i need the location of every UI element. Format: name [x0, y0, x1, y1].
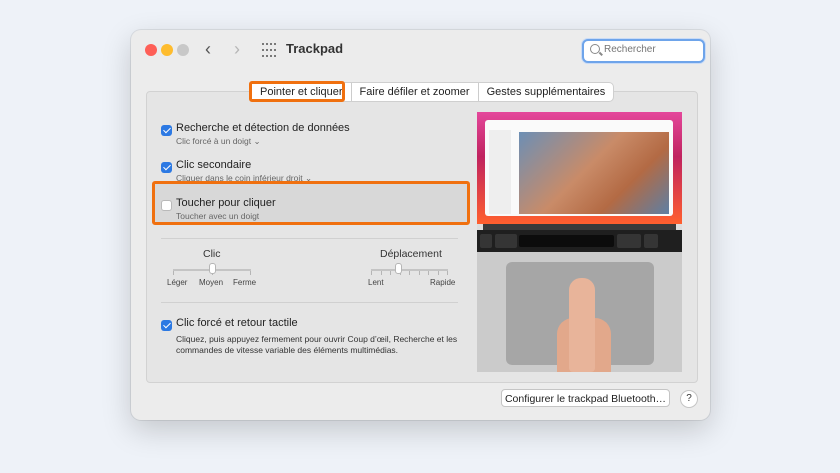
divider-top [161, 238, 458, 239]
tab-more-gestures[interactable]: Gestes supplémentaires [477, 83, 614, 101]
search-field[interactable] [582, 39, 705, 63]
lookup-checkbox[interactable] [161, 125, 172, 136]
search-icon [590, 44, 600, 54]
tab-scroll-zoom[interactable]: Faire défiler et zoomer [350, 83, 478, 101]
minimize-button[interactable] [161, 44, 173, 56]
tracking-slider-thumb[interactable] [395, 263, 402, 274]
tracking-tick-5 [409, 271, 410, 275]
tap-to-click-label: Toucher pour cliquer [176, 197, 276, 209]
trackpad-window: ‹ › Trackpad Pointer et cliquer Faire dé… [131, 30, 710, 420]
click-min-label: Léger [167, 278, 188, 287]
title-bar: ‹ › Trackpad [131, 30, 710, 68]
configure-bluetooth-trackpad-button[interactable]: Configurer le trackpad Bluetooth… [501, 389, 670, 407]
preview-key-cmd-right [617, 234, 641, 248]
tab-highlight-box [249, 81, 345, 102]
back-arrow-icon[interactable]: ‹ [205, 39, 211, 59]
forward-arrow-icon[interactable]: › [234, 39, 240, 59]
preview-keyboard [477, 230, 682, 252]
click-tick-3 [250, 271, 251, 275]
tracking-tick-9 [447, 271, 448, 275]
force-click-checkbox[interactable] [161, 320, 172, 331]
force-click-description: Cliquez, puis appuyez fermement pour ouv… [176, 334, 458, 355]
show-all-grid-icon[interactable] [261, 42, 279, 60]
click-slider-thumb[interactable] [209, 263, 216, 274]
click-mid-label: Moyen [199, 278, 224, 287]
preview-key-cmd-left [495, 234, 517, 248]
lookup-dropdown[interactable]: Clic forcé à un doigt ⌄ [176, 136, 261, 147]
gesture-preview-image [477, 112, 682, 372]
search-input[interactable] [604, 44, 698, 55]
tracking-tick-1 [371, 271, 372, 275]
tracking-tick-2 [381, 271, 382, 275]
help-button[interactable]: ? [680, 390, 698, 408]
tracking-tick-7 [428, 271, 429, 275]
divider-bottom [161, 302, 458, 303]
preview-sidebar [489, 130, 511, 214]
preview-key-option-left [480, 234, 492, 248]
tracking-min-label: Lent [368, 278, 384, 287]
preview-app-window [485, 120, 673, 216]
click-max-label: Ferme [233, 278, 257, 287]
zoom-button[interactable] [177, 44, 189, 56]
tracking-slider-title: Déplacement [380, 248, 442, 260]
secondary-click-checkbox[interactable] [161, 162, 172, 173]
tracking-tick-3 [390, 271, 391, 275]
close-button[interactable] [145, 44, 157, 56]
preview-trackpad-area [477, 252, 682, 372]
preview-key-option-right [644, 234, 658, 248]
tracking-tick-8 [438, 271, 439, 275]
click-slider-title: Clic [203, 248, 221, 260]
secondary-click-label: Clic secondaire [176, 159, 252, 171]
preview-photo [519, 132, 669, 214]
click-tick-1 [173, 271, 174, 275]
window-title: Trackpad [286, 41, 344, 56]
force-click-label: Clic forcé et retour tactile [176, 317, 298, 329]
preview-spacebar [519, 235, 614, 247]
preview-screen [477, 112, 682, 224]
tap-to-click-sub: Toucher avec un doigt [176, 211, 260, 221]
lookup-label: Recherche et détection de données [176, 122, 350, 134]
tracking-max-label: Rapide [430, 278, 456, 287]
preview-finger [569, 278, 595, 372]
tracking-tick-6 [419, 271, 420, 275]
tap-to-click-checkbox[interactable] [161, 200, 172, 211]
